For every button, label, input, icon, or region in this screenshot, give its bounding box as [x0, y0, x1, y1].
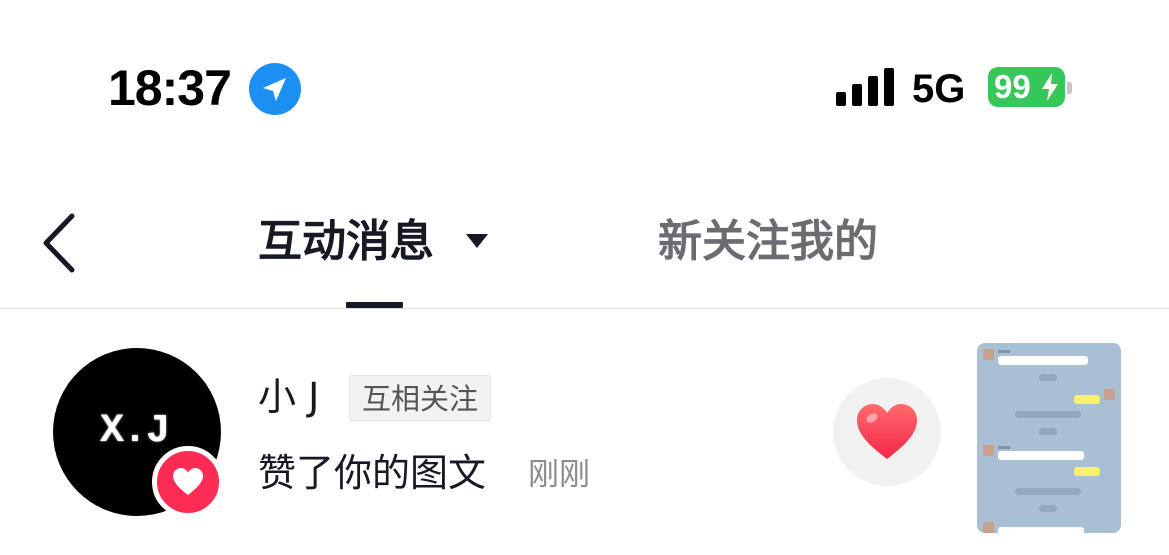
divider: [0, 308, 1169, 309]
signal-bars-icon: [836, 68, 894, 106]
heart-icon: [173, 468, 203, 495]
battery-cap: [1067, 82, 1072, 94]
notification-action: 赞了你的图文: [258, 451, 487, 495]
like-back-button[interactable]: [833, 378, 941, 486]
location-arrow-icon: [249, 63, 301, 115]
back-button[interactable]: [40, 212, 80, 274]
like-badge: [152, 446, 224, 518]
caret-down-icon[interactable]: [466, 234, 488, 248]
avatar-logo-text: X.J: [100, 409, 170, 454]
post-thumbnail[interactable]: [977, 343, 1121, 533]
battery-level: 99: [994, 68, 1031, 105]
user-name[interactable]: 小 J: [258, 370, 319, 424]
tab-interactions[interactable]: 互动消息: [258, 214, 434, 270]
notification-time: 刚刚: [528, 457, 590, 493]
battery-indicator: 99: [988, 67, 1065, 107]
status-time: 18:37: [108, 60, 232, 116]
heart-icon: [857, 404, 917, 459]
network-type: 5G: [912, 67, 966, 111]
relation-tag: 互相关注: [349, 375, 492, 421]
chevron-left-icon: [43, 213, 75, 273]
bolt-icon: [1042, 73, 1058, 101]
tab-new-followers[interactable]: 新关注我的: [658, 214, 878, 270]
